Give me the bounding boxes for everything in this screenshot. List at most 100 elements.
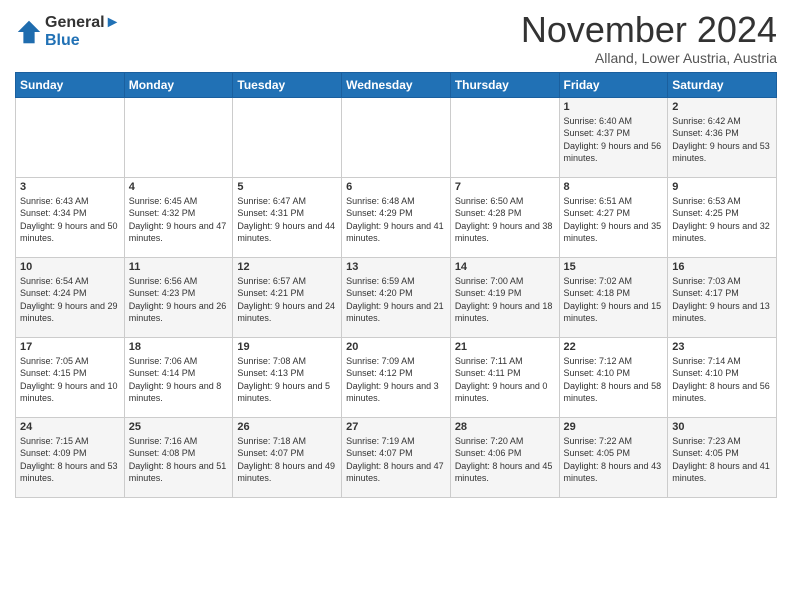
calendar-cell: 22 Sunrise: 7:12 AM Sunset: 4:10 PM Dayli… bbox=[559, 337, 668, 417]
day-number: 17 bbox=[20, 341, 120, 353]
calendar-cell: 29 Sunrise: 7:22 AM Sunset: 4:05 PM Dayli… bbox=[559, 417, 668, 497]
col-monday: Monday bbox=[124, 72, 233, 97]
calendar-cell: 20 Sunrise: 7:09 AM Sunset: 4:12 PM Dayli… bbox=[342, 337, 451, 417]
day-info: Sunrise: 7:11 AM Sunset: 4:11 PM Dayligh… bbox=[455, 355, 555, 405]
day-info: Sunrise: 7:18 AM Sunset: 4:07 PM Dayligh… bbox=[237, 435, 337, 485]
calendar-cell: 11 Sunrise: 6:56 AM Sunset: 4:23 PM Dayli… bbox=[124, 257, 233, 337]
day-info: Sunrise: 7:02 AM Sunset: 4:18 PM Dayligh… bbox=[564, 275, 664, 325]
day-info: Sunrise: 7:03 AM Sunset: 4:17 PM Dayligh… bbox=[672, 275, 772, 325]
logo: General► Blue bbox=[15, 14, 120, 50]
day-info: Sunrise: 6:47 AM Sunset: 4:31 PM Dayligh… bbox=[237, 195, 337, 245]
calendar-cell bbox=[124, 97, 233, 177]
calendar-week-row-4: 17 Sunrise: 7:05 AM Sunset: 4:15 PM Dayli… bbox=[16, 337, 777, 417]
main-container: General► Blue November 2024 Alland, Lowe… bbox=[0, 0, 792, 503]
calendar-header-row: Sunday Monday Tuesday Wednesday Thursday… bbox=[16, 72, 777, 97]
day-info: Sunrise: 6:56 AM Sunset: 4:23 PM Dayligh… bbox=[129, 275, 229, 325]
month-title: November 2024 bbox=[521, 10, 777, 50]
day-number: 23 bbox=[672, 341, 772, 353]
day-number: 13 bbox=[346, 261, 446, 273]
calendar-cell: 13 Sunrise: 6:59 AM Sunset: 4:20 PM Dayli… bbox=[342, 257, 451, 337]
day-number: 6 bbox=[346, 181, 446, 193]
header: General► Blue November 2024 Alland, Lowe… bbox=[15, 10, 777, 66]
day-info: Sunrise: 6:48 AM Sunset: 4:29 PM Dayligh… bbox=[346, 195, 446, 245]
day-number: 29 bbox=[564, 421, 664, 433]
day-info: Sunrise: 6:43 AM Sunset: 4:34 PM Dayligh… bbox=[20, 195, 120, 245]
calendar-cell: 12Sunrise: 6:57 AM Sunset: 4:21 PM Dayli… bbox=[233, 257, 342, 337]
day-info: Sunrise: 7:08 AM Sunset: 4:13 PM Dayligh… bbox=[237, 355, 337, 405]
calendar-cell: 30 Sunrise: 7:23 AM Sunset: 4:05 PM Dayli… bbox=[668, 417, 777, 497]
day-number: 26 bbox=[237, 421, 337, 433]
day-number: 15 bbox=[564, 261, 664, 273]
calendar-cell: 16 Sunrise: 7:03 AM Sunset: 4:17 PM Dayli… bbox=[668, 257, 777, 337]
day-info: Sunrise: 7:05 AM Sunset: 4:15 PM Dayligh… bbox=[20, 355, 120, 405]
day-number: 9 bbox=[672, 181, 772, 193]
calendar-cell: 19Sunrise: 7:08 AM Sunset: 4:13 PM Dayli… bbox=[233, 337, 342, 417]
day-number: 3 bbox=[20, 181, 120, 193]
day-info: Sunrise: 7:16 AM Sunset: 4:08 PM Dayligh… bbox=[129, 435, 229, 485]
calendar-cell: 18 Sunrise: 7:06 AM Sunset: 4:14 PM Dayli… bbox=[124, 337, 233, 417]
logo-text: General► Blue bbox=[45, 14, 120, 50]
day-number: 7 bbox=[455, 181, 555, 193]
day-number: 14 bbox=[455, 261, 555, 273]
day-info: Sunrise: 6:50 AM Sunset: 4:28 PM Dayligh… bbox=[455, 195, 555, 245]
day-number: 22 bbox=[564, 341, 664, 353]
day-number: 30 bbox=[672, 421, 772, 433]
calendar-cell: 15 Sunrise: 7:02 AM Sunset: 4:18 PM Dayli… bbox=[559, 257, 668, 337]
calendar-cell bbox=[450, 97, 559, 177]
col-friday: Friday bbox=[559, 72, 668, 97]
col-wednesday: Wednesday bbox=[342, 72, 451, 97]
calendar-cell: 25 Sunrise: 7:16 AM Sunset: 4:08 PM Dayli… bbox=[124, 417, 233, 497]
calendar-cell: 1Sunrise: 6:40 AM Sunset: 4:37 PM Daylig… bbox=[559, 97, 668, 177]
calendar-week-row-5: 24Sunrise: 7:15 AM Sunset: 4:09 PM Dayli… bbox=[16, 417, 777, 497]
calendar-cell: 8 Sunrise: 6:51 AM Sunset: 4:27 PM Daylig… bbox=[559, 177, 668, 257]
day-info: Sunrise: 7:12 AM Sunset: 4:10 PM Dayligh… bbox=[564, 355, 664, 405]
calendar-cell: 10 Sunrise: 6:54 AM Sunset: 4:24 PM Dayli… bbox=[16, 257, 125, 337]
day-info: Sunrise: 7:23 AM Sunset: 4:05 PM Dayligh… bbox=[672, 435, 772, 485]
calendar-cell: 17 Sunrise: 7:05 AM Sunset: 4:15 PM Dayli… bbox=[16, 337, 125, 417]
title-area: November 2024 Alland, Lower Austria, Aus… bbox=[521, 10, 777, 66]
calendar-cell: 9Sunrise: 6:53 AM Sunset: 4:25 PM Daylig… bbox=[668, 177, 777, 257]
day-info: Sunrise: 7:22 AM Sunset: 4:05 PM Dayligh… bbox=[564, 435, 664, 485]
day-info: Sunrise: 6:59 AM Sunset: 4:20 PM Dayligh… bbox=[346, 275, 446, 325]
calendar-cell: 23 Sunrise: 7:14 AM Sunset: 4:10 PM Dayli… bbox=[668, 337, 777, 417]
calendar-cell bbox=[233, 97, 342, 177]
day-info: Sunrise: 6:40 AM Sunset: 4:37 PM Dayligh… bbox=[564, 115, 664, 165]
day-info: Sunrise: 7:19 AM Sunset: 4:07 PM Dayligh… bbox=[346, 435, 446, 485]
calendar-cell: 7 Sunrise: 6:50 AM Sunset: 4:28 PM Daylig… bbox=[450, 177, 559, 257]
day-number: 20 bbox=[346, 341, 446, 353]
calendar-cell: 26 Sunrise: 7:18 AM Sunset: 4:07 PM Dayli… bbox=[233, 417, 342, 497]
calendar-week-row-1: 1Sunrise: 6:40 AM Sunset: 4:37 PM Daylig… bbox=[16, 97, 777, 177]
day-info: Sunrise: 6:51 AM Sunset: 4:27 PM Dayligh… bbox=[564, 195, 664, 245]
day-number: 24 bbox=[20, 421, 120, 433]
calendar-cell: 3 Sunrise: 6:43 AM Sunset: 4:34 PM Daylig… bbox=[16, 177, 125, 257]
day-number: 8 bbox=[564, 181, 664, 193]
col-thursday: Thursday bbox=[450, 72, 559, 97]
col-saturday: Saturday bbox=[668, 72, 777, 97]
day-info: Sunrise: 6:42 AM Sunset: 4:36 PM Dayligh… bbox=[672, 115, 772, 165]
day-info: Sunrise: 7:14 AM Sunset: 4:10 PM Dayligh… bbox=[672, 355, 772, 405]
day-number: 11 bbox=[129, 261, 229, 273]
day-number: 25 bbox=[129, 421, 229, 433]
calendar-week-row-2: 3 Sunrise: 6:43 AM Sunset: 4:34 PM Daylig… bbox=[16, 177, 777, 257]
day-number: 10 bbox=[20, 261, 120, 273]
calendar-cell: 6 Sunrise: 6:48 AM Sunset: 4:29 PM Daylig… bbox=[342, 177, 451, 257]
day-info: Sunrise: 7:09 AM Sunset: 4:12 PM Dayligh… bbox=[346, 355, 446, 405]
day-info: Sunrise: 6:45 AM Sunset: 4:32 PM Dayligh… bbox=[129, 195, 229, 245]
day-number: 16 bbox=[672, 261, 772, 273]
subtitle: Alland, Lower Austria, Austria bbox=[521, 50, 777, 66]
calendar-cell: 5Sunrise: 6:47 AM Sunset: 4:31 PM Daylig… bbox=[233, 177, 342, 257]
calendar-table: Sunday Monday Tuesday Wednesday Thursday… bbox=[15, 72, 777, 498]
calendar-week-row-3: 10 Sunrise: 6:54 AM Sunset: 4:24 PM Dayli… bbox=[16, 257, 777, 337]
calendar-cell: 28Sunrise: 7:20 AM Sunset: 4:06 PM Dayli… bbox=[450, 417, 559, 497]
calendar-cell: 4Sunrise: 6:45 AM Sunset: 4:32 PM Daylig… bbox=[124, 177, 233, 257]
day-info: Sunrise: 7:20 AM Sunset: 4:06 PM Dayligh… bbox=[455, 435, 555, 485]
day-number: 21 bbox=[455, 341, 555, 353]
day-info: Sunrise: 6:57 AM Sunset: 4:21 PM Dayligh… bbox=[237, 275, 337, 325]
day-number: 18 bbox=[129, 341, 229, 353]
day-info: Sunrise: 7:06 AM Sunset: 4:14 PM Dayligh… bbox=[129, 355, 229, 405]
day-info: Sunrise: 6:54 AM Sunset: 4:24 PM Dayligh… bbox=[20, 275, 120, 325]
day-number: 27 bbox=[346, 421, 446, 433]
col-sunday: Sunday bbox=[16, 72, 125, 97]
day-number: 2 bbox=[672, 101, 772, 113]
calendar-cell: 14Sunrise: 7:00 AM Sunset: 4:19 PM Dayli… bbox=[450, 257, 559, 337]
